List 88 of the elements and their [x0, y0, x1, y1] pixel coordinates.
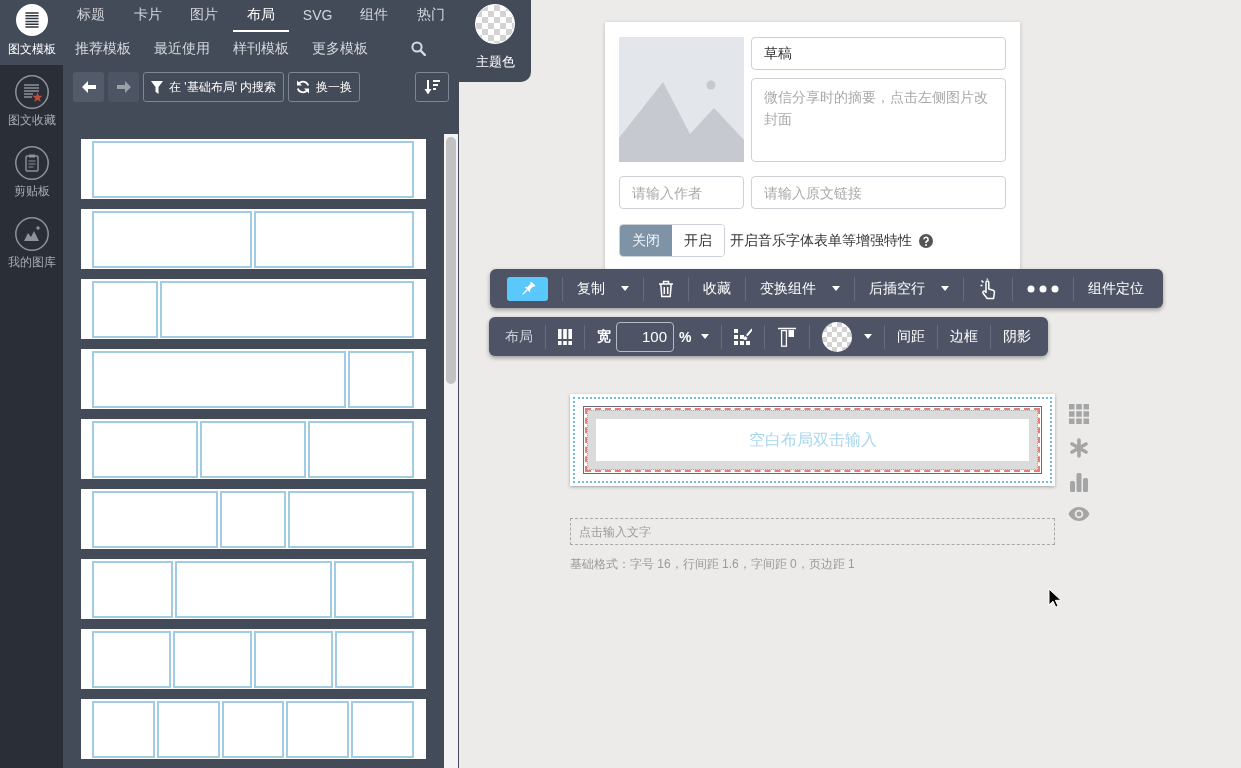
title-input[interactable]: 草稿 — [751, 37, 1006, 70]
category-tab[interactable]: SVG — [289, 0, 346, 32]
template-tab[interactable]: 样刊模板 — [233, 39, 289, 58]
sidebar-item[interactable]: 图文收藏 — [0, 65, 63, 136]
transparent-swatch-icon — [822, 321, 853, 352]
layout-template[interactable] — [81, 699, 426, 759]
sort-button[interactable] — [415, 72, 449, 102]
scrollbar-thumb[interactable] — [446, 137, 456, 384]
mouse-cursor-icon — [1048, 588, 1061, 608]
sidebar-item[interactable]: 图文模板 — [0, 0, 63, 65]
asterisk-icon[interactable] — [1069, 438, 1089, 458]
layout-template[interactable] — [81, 489, 426, 549]
align-top-icon[interactable] — [777, 326, 798, 347]
category-tab[interactable]: 卡片 — [119, 0, 177, 32]
category-tab[interactable]: 图片 — [176, 0, 233, 32]
toolbar-button[interactable]: 阴影 — [1003, 327, 1032, 346]
layout-template[interactable] — [81, 419, 426, 479]
funnel-icon — [151, 80, 163, 94]
back-button[interactable] — [73, 72, 104, 102]
category-tab[interactable]: 组件 — [345, 0, 403, 32]
arrow-right-icon — [116, 81, 131, 93]
sort-icon — [424, 79, 440, 95]
template-cell — [286, 701, 350, 758]
template-cell — [221, 701, 285, 758]
toolbar-dropdown-button[interactable]: 变换组件 — [760, 279, 840, 298]
arrow-left-icon — [81, 81, 96, 93]
toolbar-button[interactable]: 收藏 — [703, 279, 731, 298]
template-tab[interactable]: 最近使用 — [154, 39, 210, 58]
toolbar-button[interactable]: 间距 — [897, 327, 926, 346]
template-cell — [156, 701, 220, 758]
template-cell — [92, 701, 155, 758]
caret-icon — [941, 286, 949, 291]
template-tab[interactable]: 更多模板 — [312, 39, 368, 58]
caret-icon — [621, 286, 629, 291]
template-cell — [351, 701, 414, 758]
toolbar-label: 布局 — [505, 327, 533, 346]
caret-icon — [864, 334, 873, 339]
toolbar-button[interactable]: 组件定位 — [1088, 279, 1144, 298]
search-icon[interactable] — [411, 41, 426, 56]
grid-icon[interactable] — [1069, 404, 1089, 424]
pin-button[interactable] — [507, 276, 548, 301]
toolbar-dropdown-button[interactable]: 复制 — [577, 279, 629, 298]
trash-icon[interactable] — [658, 279, 674, 298]
feature-label: 开启音乐字体表单等增强特性 — [730, 231, 912, 250]
category-tab[interactable]: 标题 — [63, 0, 120, 32]
unit-dropdown-button[interactable]: % — [679, 328, 710, 345]
document-lines-icon — [15, 4, 48, 36]
theme-color-button[interactable]: 主题色 — [459, 0, 531, 82]
filter-search-button[interactable]: 在 '基础布局' 内搜索 — [143, 72, 285, 102]
toolbar-dropdown-button[interactable]: 后插空行 — [869, 279, 949, 298]
template-tab[interactable]: 推荐模板 — [75, 39, 131, 58]
cover-image-placeholder[interactable] — [619, 37, 744, 162]
template-cell — [347, 351, 414, 408]
width-label: 宽 — [597, 327, 611, 346]
text-input-field[interactable]: 点击输入文字 — [570, 518, 1055, 545]
layout-template[interactable] — [81, 209, 426, 269]
category-tab[interactable]: 布局 — [232, 0, 290, 32]
category-tab[interactable]: 热门 — [402, 0, 460, 32]
scrollbar-track[interactable] — [444, 134, 458, 768]
transparent-swatch-icon — [475, 4, 515, 44]
help-icon[interactable] — [919, 233, 933, 248]
columns-icon[interactable] — [558, 328, 572, 345]
image-icon — [14, 217, 49, 251]
caret-icon — [701, 334, 710, 339]
hand-pointer-icon[interactable] — [978, 277, 998, 300]
link-input[interactable]: 请输入原文链接 — [751, 176, 1006, 209]
toolbar-button[interactable]: 边框 — [950, 327, 979, 346]
layout-template[interactable] — [81, 349, 426, 409]
layout-template[interactable] — [81, 559, 426, 619]
grid-brush-icon[interactable] — [734, 327, 753, 346]
more-icon[interactable] — [1027, 284, 1059, 293]
author-input[interactable]: 请输入作者 — [619, 176, 744, 209]
shuffle-button[interactable]: 换一换 — [288, 72, 361, 102]
layout-template[interactable] — [81, 279, 426, 339]
bar-chart-icon[interactable] — [1069, 472, 1089, 492]
eye-icon[interactable] — [1068, 506, 1090, 522]
format-note: 基础格式：字号 16，行间距 1.6，字间距 0，页边距 1 — [570, 557, 856, 571]
refresh-icon — [296, 80, 311, 94]
sidebar-item[interactable]: 剪贴板 — [0, 136, 63, 207]
color-picker-button[interactable] — [822, 321, 873, 352]
template-cell — [220, 491, 286, 548]
sidebar-item[interactable]: 我的图库 — [0, 207, 63, 278]
layout-template[interactable] — [81, 629, 426, 689]
clipboard-icon — [14, 146, 49, 180]
caret-icon — [832, 286, 840, 291]
template-cell — [92, 281, 159, 338]
summary-textarea[interactable]: 微信分享时的摘要，点击左侧图片改封面 — [751, 78, 1006, 162]
width-input[interactable]: 100 — [616, 321, 674, 352]
